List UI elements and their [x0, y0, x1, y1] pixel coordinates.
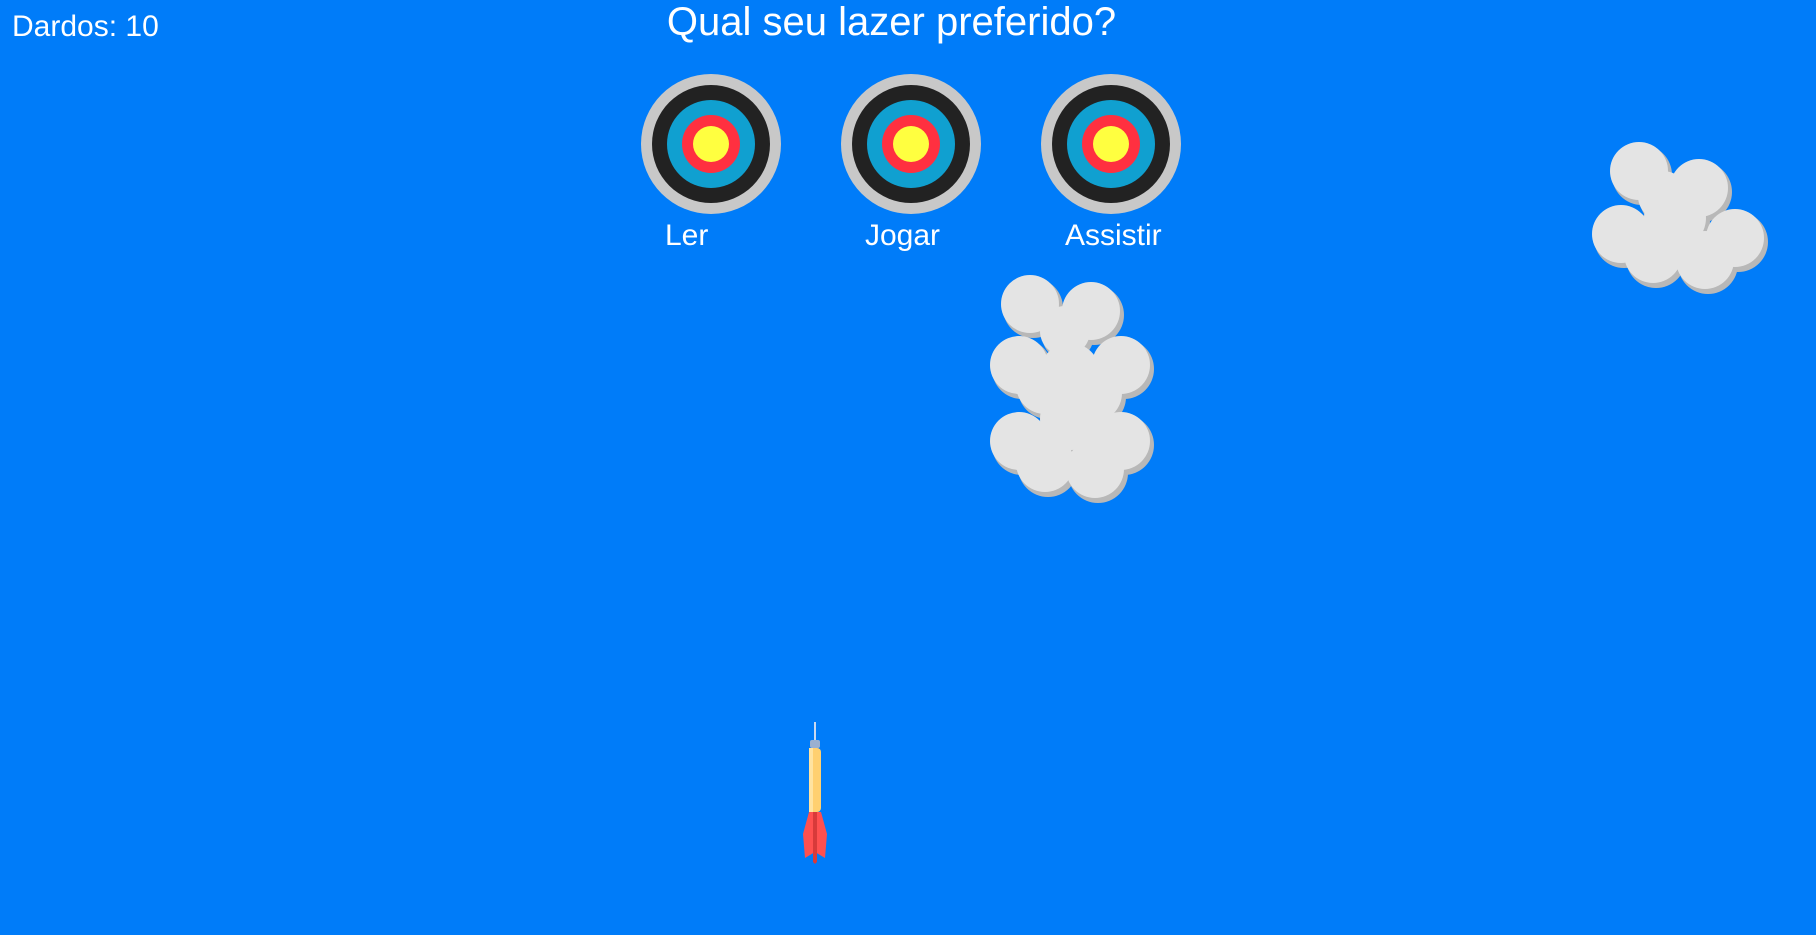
bullseye-target-icon [641, 74, 781, 214]
target-label-ler: Ler [665, 219, 709, 252]
cloud-icon [990, 275, 1154, 503]
question-title: Qual seu lazer preferido? [666, 0, 1117, 44]
target-label-jogar: Jogar [865, 219, 941, 252]
target-label-assistir: Assistir [1065, 219, 1162, 252]
dart-launcher[interactable] [795, 720, 835, 865]
target-jogar[interactable] [841, 74, 981, 214]
cloud-icon [1592, 142, 1768, 294]
cloud-middle [988, 273, 1174, 507]
cloud-right [1588, 140, 1774, 302]
bullseye-target-icon [841, 74, 981, 214]
bullseye-target-icon [1041, 74, 1181, 214]
dart-icon [803, 722, 827, 864]
game-stage: Dardos: 10 Qual seu lazer preferido? Ler… [0, 0, 1816, 935]
target-ler[interactable] [641, 74, 781, 214]
target-assistir[interactable] [1041, 74, 1181, 214]
